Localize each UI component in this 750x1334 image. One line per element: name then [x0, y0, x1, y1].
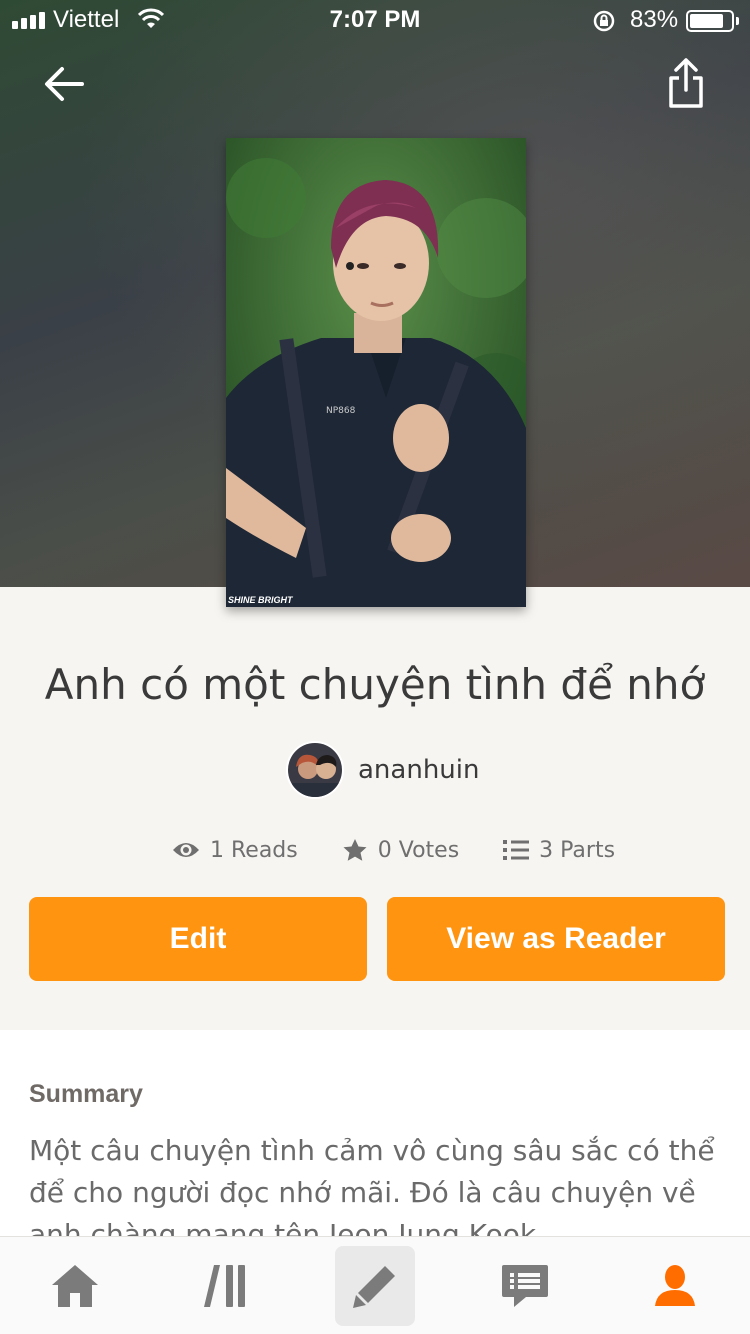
- bottom-tab-bar: [0, 1236, 750, 1334]
- summary-section: Summary Một câu chuyện tình cảm vô cùng …: [0, 1030, 750, 1251]
- share-icon: [669, 58, 703, 108]
- list-icon: [503, 840, 530, 860]
- profile-icon: [655, 1265, 695, 1306]
- reads-count: 1 Reads: [210, 837, 298, 863]
- story-stats: 1 Reads 0 Votes 3 Parts: [172, 832, 615, 868]
- eye-icon: [173, 843, 199, 857]
- status-bar: Viettel 7:07 PM 83%: [0, 0, 750, 40]
- arrow-left-icon: [45, 67, 84, 101]
- votes-count: 0 Votes: [377, 837, 460, 863]
- tab-write[interactable]: [300, 1237, 450, 1334]
- story-cover-image: NP868 SHINE BRIGHT: [226, 138, 526, 607]
- tab-write-highlight: [335, 1246, 415, 1326]
- tab-messages[interactable]: [450, 1237, 600, 1334]
- summary-heading: Summary: [29, 1080, 143, 1108]
- tab-library[interactable]: [150, 1237, 300, 1334]
- tab-profile[interactable]: [600, 1237, 750, 1334]
- battery-percent: 83%: [630, 6, 679, 33]
- cover-photo: NP868: [226, 138, 526, 607]
- parts-stat: 3 Parts: [503, 838, 615, 863]
- author-link[interactable]: ananhuin: [286, 740, 479, 800]
- messages-icon: [502, 1265, 548, 1307]
- avatar-photo: [288, 743, 342, 797]
- tab-home[interactable]: [0, 1237, 150, 1334]
- home-icon: [52, 1265, 98, 1307]
- share-button[interactable]: [664, 56, 708, 112]
- star-icon: [343, 839, 367, 861]
- back-button[interactable]: [40, 60, 88, 108]
- view-as-reader-button[interactable]: View as Reader: [387, 897, 725, 981]
- parts-count: 3 Parts: [539, 837, 616, 863]
- story-title: Anh có một chuyện tình để nhớ: [44, 660, 706, 709]
- rotation-lock-icon: [593, 10, 615, 32]
- avatar[interactable]: [286, 741, 344, 799]
- svg-text:NP868: NP868: [326, 406, 356, 416]
- battery-icon: [686, 10, 734, 32]
- battery-level: [690, 14, 723, 28]
- reads-stat: 1 Reads: [172, 838, 298, 863]
- cover-watermark: SHINE BRIGHT: [228, 595, 293, 605]
- pencil-icon: [353, 1266, 395, 1308]
- author-name[interactable]: ananhuin: [358, 755, 479, 785]
- battery-tip: [736, 17, 739, 25]
- library-icon: [204, 1265, 245, 1307]
- edit-button[interactable]: Edit: [29, 897, 367, 981]
- votes-stat: 0 Votes: [342, 838, 459, 863]
